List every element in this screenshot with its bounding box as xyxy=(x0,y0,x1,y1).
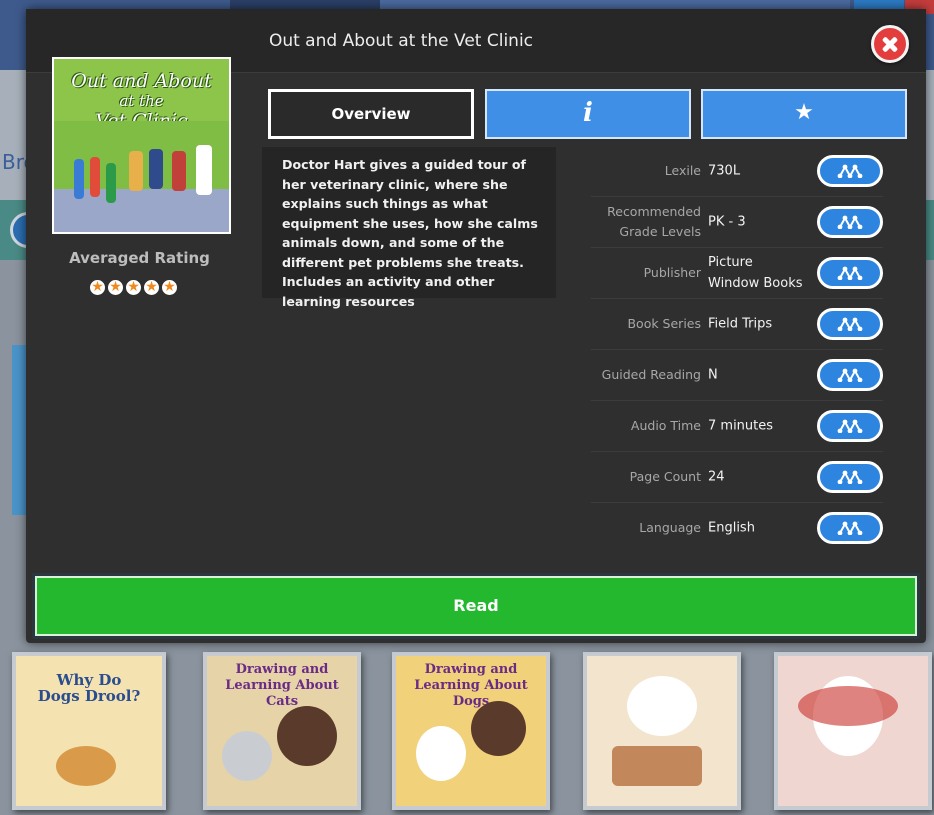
metadata-row-grade-levels: Recommended Grade Levels PK - 3 xyxy=(591,197,883,248)
book-cover-figure xyxy=(129,151,143,191)
background-book-figure xyxy=(612,746,702,786)
related-search-button[interactable] xyxy=(817,155,883,187)
dialog-title: Out and About at the Vet Clinic xyxy=(268,31,534,51)
metadata-value: Field Trips xyxy=(708,316,773,332)
metadata-row-guided-reading: Guided Reading N xyxy=(591,350,883,401)
background-book-figure xyxy=(416,726,466,781)
background-book-cover xyxy=(583,652,741,810)
read-button-container: Read xyxy=(32,573,920,639)
book-cover-title-line: Out and About xyxy=(71,70,212,92)
averaged-rating-label: Averaged Rating xyxy=(69,249,210,267)
book-cover-figure xyxy=(106,163,116,203)
rating-stars: ★ ★ ★ ★ ★ xyxy=(90,280,177,295)
background-book-cover: Drawing and Learning About Dogs xyxy=(392,652,550,810)
book-cover-title-line: at the xyxy=(119,92,164,110)
background-book-figure xyxy=(627,676,697,736)
metadata-label: Guided Reading xyxy=(601,367,701,382)
related-search-button[interactable] xyxy=(817,461,883,493)
network-icon xyxy=(837,521,863,535)
metadata-label: Audio Time xyxy=(630,418,701,433)
book-cover-figure xyxy=(74,159,84,199)
book-cover-figure xyxy=(172,151,186,191)
star-icon: ★ xyxy=(90,279,105,295)
metadata-value: Picture Window Books xyxy=(708,255,803,291)
star-icon: ★ xyxy=(108,279,123,295)
related-search-button[interactable] xyxy=(817,410,883,442)
related-search-button[interactable] xyxy=(817,308,883,340)
info-icon: i xyxy=(583,98,593,128)
network-icon xyxy=(837,215,863,229)
metadata-value: 7 minutes xyxy=(708,418,774,434)
metadata-value: English xyxy=(708,520,755,536)
background-book-tile xyxy=(12,345,27,515)
star-icon: ★ xyxy=(162,279,177,295)
metadata-row-language: Language English xyxy=(591,503,883,553)
metadata-label: Book Series xyxy=(627,316,701,331)
background-book-title: Drawing and Learning About Cats xyxy=(225,662,339,709)
star-icon: ★ xyxy=(144,279,159,295)
background-book-figure xyxy=(277,706,337,766)
metadata-row-lexile: Lexile 730L xyxy=(591,146,883,197)
star-icon: ★ xyxy=(794,100,814,125)
metadata-value: 730L xyxy=(708,163,741,179)
tab-favorite[interactable]: ★ xyxy=(701,89,907,139)
background-book-figure xyxy=(56,746,116,786)
background-book-figure xyxy=(471,701,526,756)
metadata-row-audio-time: Audio Time 7 minutes xyxy=(591,401,883,452)
metadata-row-book-series: Book Series Field Trips xyxy=(591,299,883,350)
network-icon xyxy=(837,266,863,280)
background-book-shelf: Why Do Dogs Drool? Drawing and Learning … xyxy=(0,640,934,815)
metadata-value: 24 xyxy=(708,469,725,485)
book-cover-figure xyxy=(196,145,212,195)
metadata-label: Language xyxy=(639,520,701,535)
star-icon: ★ xyxy=(126,279,141,295)
tab-info[interactable]: i xyxy=(485,89,691,139)
background-book-title: Drawing and Learning About Dogs xyxy=(414,662,528,709)
metadata-label: Lexile xyxy=(664,163,701,178)
background-book-cover xyxy=(774,652,932,810)
book-details-dialog: Out and About at the Vet Clinic Out and … xyxy=(26,9,926,643)
book-description: Doctor Hart gives a guided tour of her v… xyxy=(262,147,556,309)
related-search-button[interactable] xyxy=(817,257,883,289)
tab-overview[interactable]: Overview xyxy=(268,89,474,139)
metadata-value: PK - 3 xyxy=(708,214,746,230)
background-book-cover: Why Do Dogs Drool? xyxy=(12,652,166,810)
network-icon xyxy=(837,368,863,382)
book-cover-figure xyxy=(90,157,100,197)
related-search-button[interactable] xyxy=(817,206,883,238)
metadata-label: Page Count xyxy=(629,469,701,484)
network-icon xyxy=(837,419,863,433)
metadata-label: Recommended Grade Levels xyxy=(607,204,701,239)
network-icon xyxy=(837,164,863,178)
metadata-value: N xyxy=(708,367,718,383)
background-book-title: Why Do Dogs Drool? xyxy=(37,671,141,705)
metadata-label: Publisher xyxy=(643,265,701,280)
related-search-button[interactable] xyxy=(817,512,883,544)
background-book-cover: Drawing and Learning About Cats xyxy=(203,652,361,810)
network-icon xyxy=(837,470,863,484)
network-icon xyxy=(837,317,863,331)
book-metadata-list: Lexile 730L Recommended Grade Levels PK … xyxy=(591,146,883,553)
background-book-figure xyxy=(222,731,272,781)
book-cover-figure xyxy=(149,149,163,189)
background-book-figure xyxy=(798,686,898,726)
related-search-button[interactable] xyxy=(817,359,883,391)
metadata-row-publisher: Publisher Picture Window Books xyxy=(591,248,883,299)
metadata-row-page-count: Page Count 24 xyxy=(591,452,883,503)
book-cover: Out and About at the Vet Clinic xyxy=(52,57,231,234)
close-button[interactable] xyxy=(871,25,909,63)
read-button[interactable]: Read xyxy=(35,576,917,636)
